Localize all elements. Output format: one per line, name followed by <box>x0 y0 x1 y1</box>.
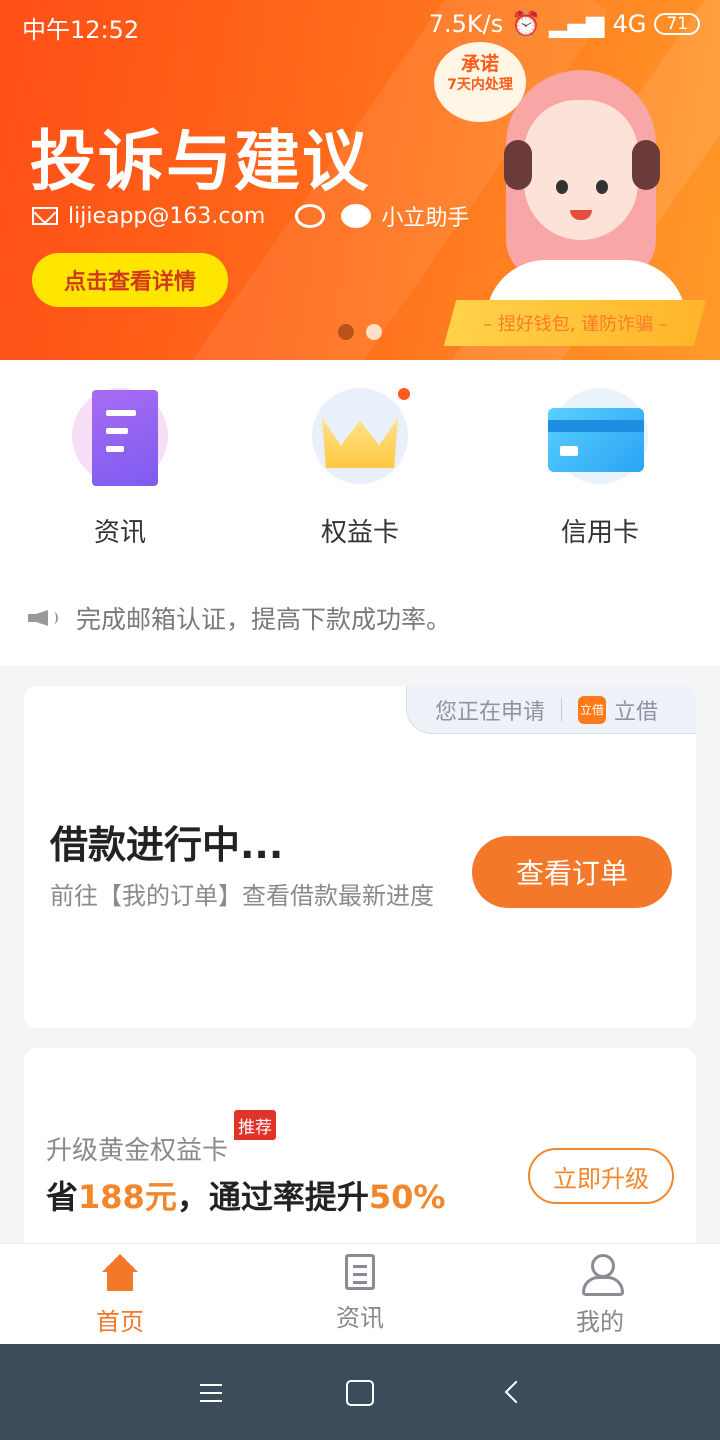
carousel-dot-active[interactable] <box>338 324 354 340</box>
applying-label: 您正在申请 <box>435 699 546 725</box>
speaker-icon <box>28 606 58 630</box>
upgrade-benefit: 省188元，通过率提升50% <box>46 1172 445 1218</box>
tab-mine[interactable]: 我的 <box>480 1254 720 1337</box>
status-time: 中午12:52 <box>22 16 140 44</box>
promise-line1: 承诺 <box>460 53 499 75</box>
loan-title: 借款进行中... <box>50 823 284 867</box>
battery-icon: 71 <box>654 13 700 35</box>
banner-contacts: lijieapp@163.com 小立助手 <box>32 200 469 232</box>
quick-link-label: 资讯 <box>93 518 146 548</box>
save-prefix: 省 <box>46 1178 79 1216</box>
banner-slogan: – 捏好钱包, 谨防诈骗 – <box>443 300 707 346</box>
notification-dot <box>396 386 412 402</box>
quick-link-credit-card[interactable]: 信用卡 <box>480 388 720 549</box>
divider <box>561 697 563 722</box>
home-icon <box>100 1254 140 1294</box>
banner-title: 投诉与建议 <box>30 123 370 200</box>
alarm-icon: ⏰ <box>511 10 542 38</box>
tab-label: 我的 <box>576 1308 624 1336</box>
upgrade-card: 升级黄金权益卡 推荐 省188元，通过率提升50% 立即升级 <box>24 1048 696 1248</box>
document-icon <box>72 388 168 486</box>
user-icon <box>580 1254 624 1296</box>
applying-tag: 您正在申请 立借 立借 <box>406 686 696 734</box>
status-right: 7.5K/s ⏰ ▂▄▆ 4G 71 <box>429 10 700 38</box>
wechat-icon <box>341 204 372 228</box>
loan-subtitle: 前往【我的订单】查看借款最新进度 <box>50 882 434 910</box>
quick-link-label: 权益卡 <box>320 518 399 548</box>
banner-details-button[interactable]: 点击查看详情 <box>32 253 228 307</box>
quick-link-label: 信用卡 <box>560 518 639 548</box>
net-speed: 7.5K/s <box>428 10 504 38</box>
notice-bar[interactable]: 完成邮箱认证，提高下款成功率。 <box>28 600 451 636</box>
promo-banner[interactable]: 中午12:52 7.5K/s ⏰ ▂▄▆ 4G 71 投诉与建议 lijieap… <box>0 0 720 360</box>
benefit-mid: ，通过率提升 <box>176 1178 369 1216</box>
loan-status-card: 您正在申请 立借 立借 借款进行中... 前往【我的订单】查看借款最新进度 查看… <box>24 686 696 1028</box>
app-logo-icon: 立借 <box>578 695 607 724</box>
signal-icon: ▂▄▆ <box>549 10 605 38</box>
notice-text: 完成邮箱认证，提高下款成功率。 <box>76 605 452 634</box>
promise-bubble: 承诺 7天内处理 <box>434 42 526 122</box>
quick-link-news[interactable]: 资讯 <box>0 388 240 549</box>
menu-icon[interactable] <box>198 1380 226 1406</box>
promise-line2: 7天内处理 <box>447 77 513 93</box>
carousel-dots[interactable] <box>338 324 382 340</box>
tab-news[interactable]: 资讯 <box>240 1254 480 1333</box>
tab-home[interactable]: 首页 <box>0 1254 240 1337</box>
bottom-tab-bar: 首页 资讯 我的 <box>0 1243 720 1344</box>
upgrade-title: 升级黄金权益卡 <box>46 1136 229 1166</box>
view-order-button[interactable]: 查看订单 <box>472 836 672 908</box>
news-icon <box>345 1254 375 1290</box>
quick-link-benefit-card[interactable]: 权益卡 <box>240 386 480 549</box>
home-key-icon[interactable] <box>346 1380 374 1406</box>
tab-label: 资讯 <box>336 1304 384 1332</box>
slogan-text: – 捏好钱包, 谨防诈骗 – <box>482 314 668 335</box>
pass-rate: 50% <box>368 1178 446 1216</box>
save-amount: 188元 <box>78 1178 177 1216</box>
banner-email: lijieapp@163.com <box>68 203 266 229</box>
banner-wechat: 小立助手 <box>381 206 470 231</box>
back-icon[interactable] <box>500 1380 528 1406</box>
email-icon <box>32 207 58 225</box>
carousel-dot[interactable] <box>366 324 382 340</box>
credit-card-icon <box>548 388 648 484</box>
network-type: 4G <box>612 10 647 38</box>
tab-label: 首页 <box>96 1308 144 1336</box>
app-name: 立借 <box>614 699 659 725</box>
crown-icon <box>312 386 412 484</box>
upgrade-now-button[interactable]: 立即升级 <box>528 1148 674 1204</box>
weibo-icon <box>295 204 326 228</box>
recommend-badge: 推荐 <box>234 1110 276 1140</box>
status-bar: 中午12:52 7.5K/s ⏰ ▂▄▆ 4G 71 <box>0 0 720 52</box>
system-navigation-bar <box>0 1344 720 1440</box>
